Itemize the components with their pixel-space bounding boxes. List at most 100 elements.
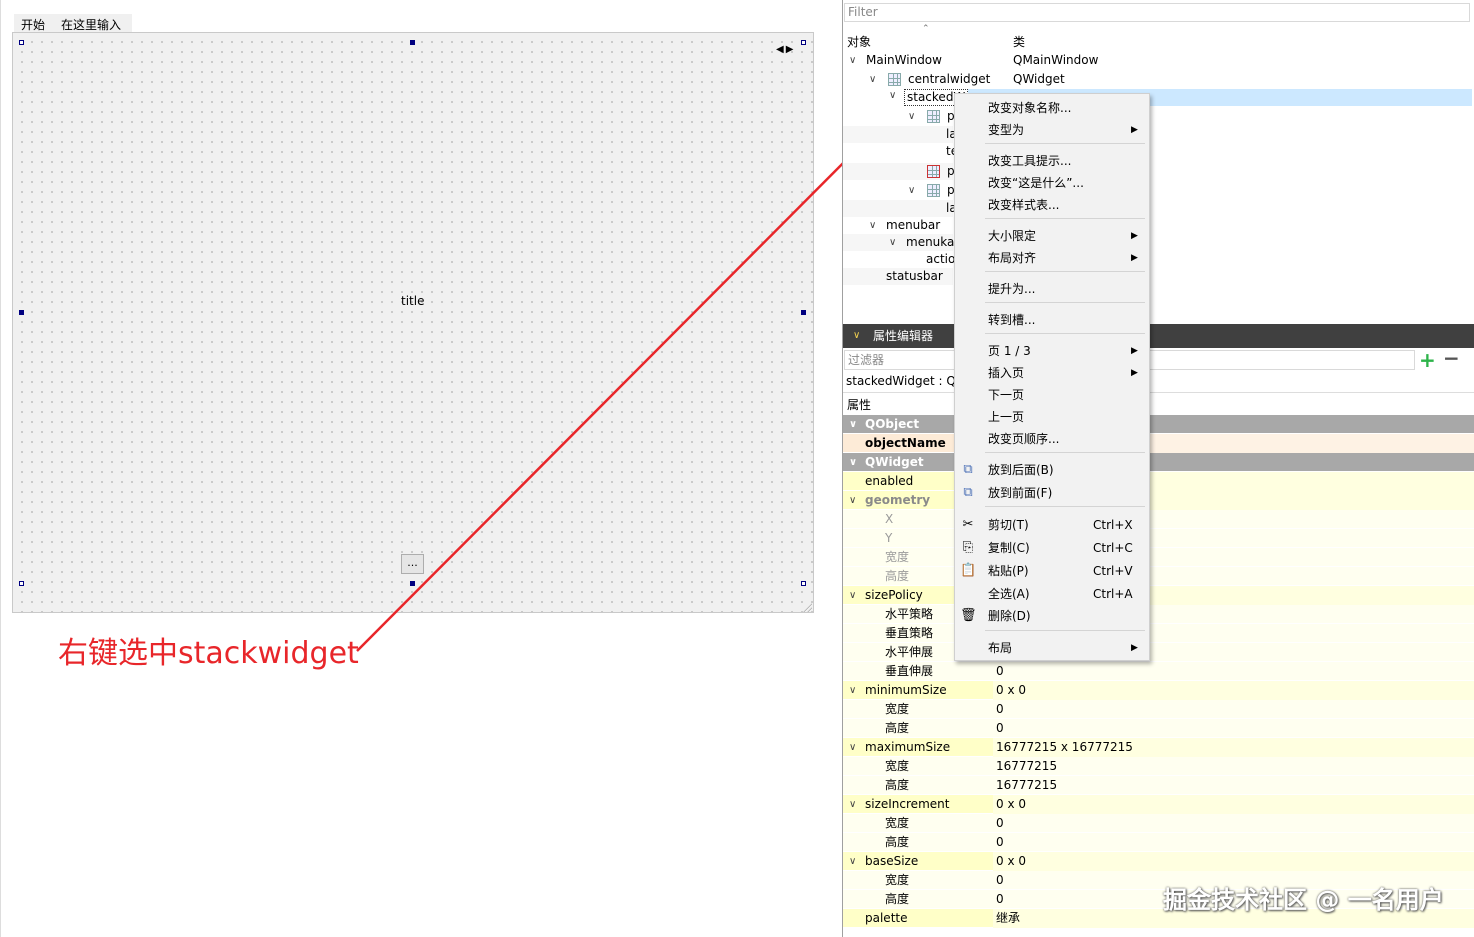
tree-row-menubar[interactable]: ∨ menubar: [843, 217, 953, 234]
chevron-down-icon[interactable]: ∨: [849, 738, 856, 757]
context-menu-item[interactable]: 改变样式表...: [955, 195, 1149, 215]
more-button[interactable]: ...: [401, 554, 424, 574]
chevron-down-icon[interactable]: ∨: [889, 234, 896, 251]
property-row[interactable]: ∨ maximumSize 16777215 x 16777215: [843, 738, 1474, 757]
property-value[interactable]: 0: [993, 662, 1474, 681]
remove-property-icon[interactable]: −: [1443, 346, 1460, 370]
stacked-widget-area[interactable]: [12, 32, 814, 613]
context-menu-item[interactable]: 改变对象名称...: [955, 98, 1149, 118]
context-menu-item[interactable]: 改变“这是什么”...: [955, 173, 1149, 193]
chevron-down-icon[interactable]: ∨: [849, 491, 856, 510]
page-nav-arrows-icon[interactable]: ◀▶: [776, 44, 795, 55]
resize-handle[interactable]: [801, 40, 806, 45]
tree-row-label[interactable]: la: [843, 200, 957, 217]
chevron-down-icon[interactable]: ∨: [889, 90, 896, 101]
context-menu-item[interactable]: 📋 粘贴(P) Ctrl+V: [955, 561, 1149, 581]
property-row[interactable]: ∨ sizePolicy: [843, 586, 1474, 605]
tree-row-label[interactable]: la: [843, 126, 957, 143]
property-row[interactable]: 宽度 0: [843, 814, 1474, 833]
context-menu-item[interactable]: 页 1 / 3 ▶: [955, 341, 1149, 361]
property-row[interactable]: 垂直伸展 0: [843, 662, 1474, 681]
tree-row-action[interactable]: actio: [843, 251, 955, 268]
chevron-down-icon[interactable]: ∨: [849, 415, 857, 434]
tree-row-statusbar[interactable]: statusbar: [843, 268, 953, 285]
context-menu-item[interactable]: 插入页 ▶: [955, 363, 1149, 383]
property-row[interactable]: 高度: [843, 567, 1474, 586]
property-row[interactable]: 垂直策略: [843, 624, 1474, 643]
chevron-down-icon[interactable]: ∨: [849, 52, 856, 69]
tree-row-page[interactable]: ∨ p: [843, 108, 955, 125]
chevron-down-icon[interactable]: ∨: [908, 182, 915, 199]
context-menu-item[interactable]: 布局对齐 ▶: [955, 248, 1149, 268]
property-row[interactable]: ∨ minimumSize 0 x 0: [843, 681, 1474, 700]
tree-row-mainwindow[interactable]: ∨ MainWindow QMainWindow: [843, 52, 1472, 69]
tree-row-text[interactable]: te: [843, 143, 958, 160]
property-row[interactable]: enabled: [843, 472, 1474, 491]
context-menu-item[interactable]: 全选(A) Ctrl+A: [955, 584, 1149, 604]
chevron-down-icon[interactable]: ∨: [849, 852, 856, 871]
property-row[interactable]: 水平策略: [843, 605, 1474, 624]
context-menu-item[interactable]: ✂ 剪切(T) Ctrl+X: [955, 515, 1149, 535]
resize-handle[interactable]: [19, 310, 24, 315]
property-value[interactable]: 16777215: [993, 757, 1474, 776]
property-value[interactable]: 0: [993, 719, 1474, 738]
property-row[interactable]: ∨ QObject: [843, 415, 1474, 434]
context-menu-item[interactable]: 上一页: [955, 407, 1149, 427]
chevron-down-icon[interactable]: ∨: [908, 108, 915, 125]
resize-handle[interactable]: [410, 40, 415, 45]
size-grip-icon[interactable]: [802, 602, 812, 612]
property-row[interactable]: ∨ baseSize 0 x 0: [843, 852, 1474, 871]
context-menu-item[interactable]: ⧉ 放到前面(F): [955, 483, 1149, 503]
context-menu-item[interactable]: 变型为 ▶: [955, 120, 1149, 140]
property-row[interactable]: 高度 0: [843, 719, 1474, 738]
property-value[interactable]: 0 x 0: [993, 795, 1474, 814]
context-menu-item[interactable]: ⧉ 放到后面(B): [955, 460, 1149, 480]
context-menu-item[interactable]: 大小限定 ▶: [955, 226, 1149, 246]
resize-handle[interactable]: [410, 581, 415, 586]
resize-handle[interactable]: [19, 40, 24, 45]
property-value[interactable]: 0: [993, 814, 1474, 833]
chevron-down-icon[interactable]: ∨: [849, 795, 856, 814]
property-row[interactable]: ∨ QWidget: [843, 453, 1474, 472]
tree-row-menu[interactable]: ∨ menuka: [843, 234, 954, 251]
object-filter-input[interactable]: Filter: [844, 3, 1470, 22]
property-value[interactable]: 16777215: [993, 776, 1474, 795]
property-value[interactable]: 16777215 x 16777215: [993, 738, 1474, 757]
chevron-down-icon[interactable]: ∨: [869, 71, 876, 88]
context-menu-item[interactable]: 布局 ▶: [955, 638, 1149, 658]
property-value[interactable]: 0 x 0: [993, 681, 1474, 700]
chevron-down-icon[interactable]: ∨: [849, 586, 856, 605]
resize-handle[interactable]: [19, 581, 24, 586]
property-value[interactable]: 0: [993, 700, 1474, 719]
property-row[interactable]: 水平伸展: [843, 643, 1474, 662]
context-menu-item[interactable]: 提升为...: [955, 279, 1149, 299]
property-row[interactable]: objectName: [843, 434, 1474, 453]
chevron-down-icon[interactable]: ∨: [849, 681, 856, 700]
context-menu-item[interactable]: ⎘ 复制(C) Ctrl+C: [955, 538, 1149, 558]
property-row[interactable]: 宽度 16777215: [843, 757, 1474, 776]
chevron-down-icon[interactable]: ∨: [869, 217, 876, 234]
property-row[interactable]: ∨ sizeIncrement 0 x 0: [843, 795, 1474, 814]
property-row[interactable]: 宽度: [843, 548, 1474, 567]
context-menu-item[interactable]: 下一页: [955, 385, 1149, 405]
property-row[interactable]: 宽度 0: [843, 700, 1474, 719]
tree-row-centralwidget[interactable]: ∨ centralwidget QWidget: [843, 71, 1472, 88]
property-row[interactable]: X: [843, 510, 1474, 529]
property-value[interactable]: 0 x 0: [993, 852, 1474, 871]
property-value[interactable]: 0: [993, 833, 1474, 852]
context-menu-item[interactable]: 🗑 删除(D): [955, 606, 1149, 626]
property-row[interactable]: ∨ geometry: [843, 491, 1474, 510]
property-row[interactable]: 高度 16777215: [843, 776, 1474, 795]
column-header-class[interactable]: 类: [1013, 33, 1025, 50]
context-menu-item[interactable]: 改变页顺序...: [955, 429, 1149, 449]
resize-handle[interactable]: [801, 310, 806, 315]
resize-handle[interactable]: [801, 581, 806, 586]
context-menu-item[interactable]: 改变工具提示...: [955, 151, 1149, 171]
menu-item-type-here[interactable]: 在这里输入: [61, 16, 121, 33]
property-row[interactable]: 高度 0: [843, 833, 1474, 852]
column-header-object[interactable]: 对象: [847, 33, 871, 50]
property-row[interactable]: Y: [843, 529, 1474, 548]
chevron-down-icon[interactable]: ∨: [853, 324, 860, 348]
tree-row-page[interactable]: p: [843, 163, 955, 180]
context-menu-item[interactable]: 转到槽...: [955, 310, 1149, 330]
